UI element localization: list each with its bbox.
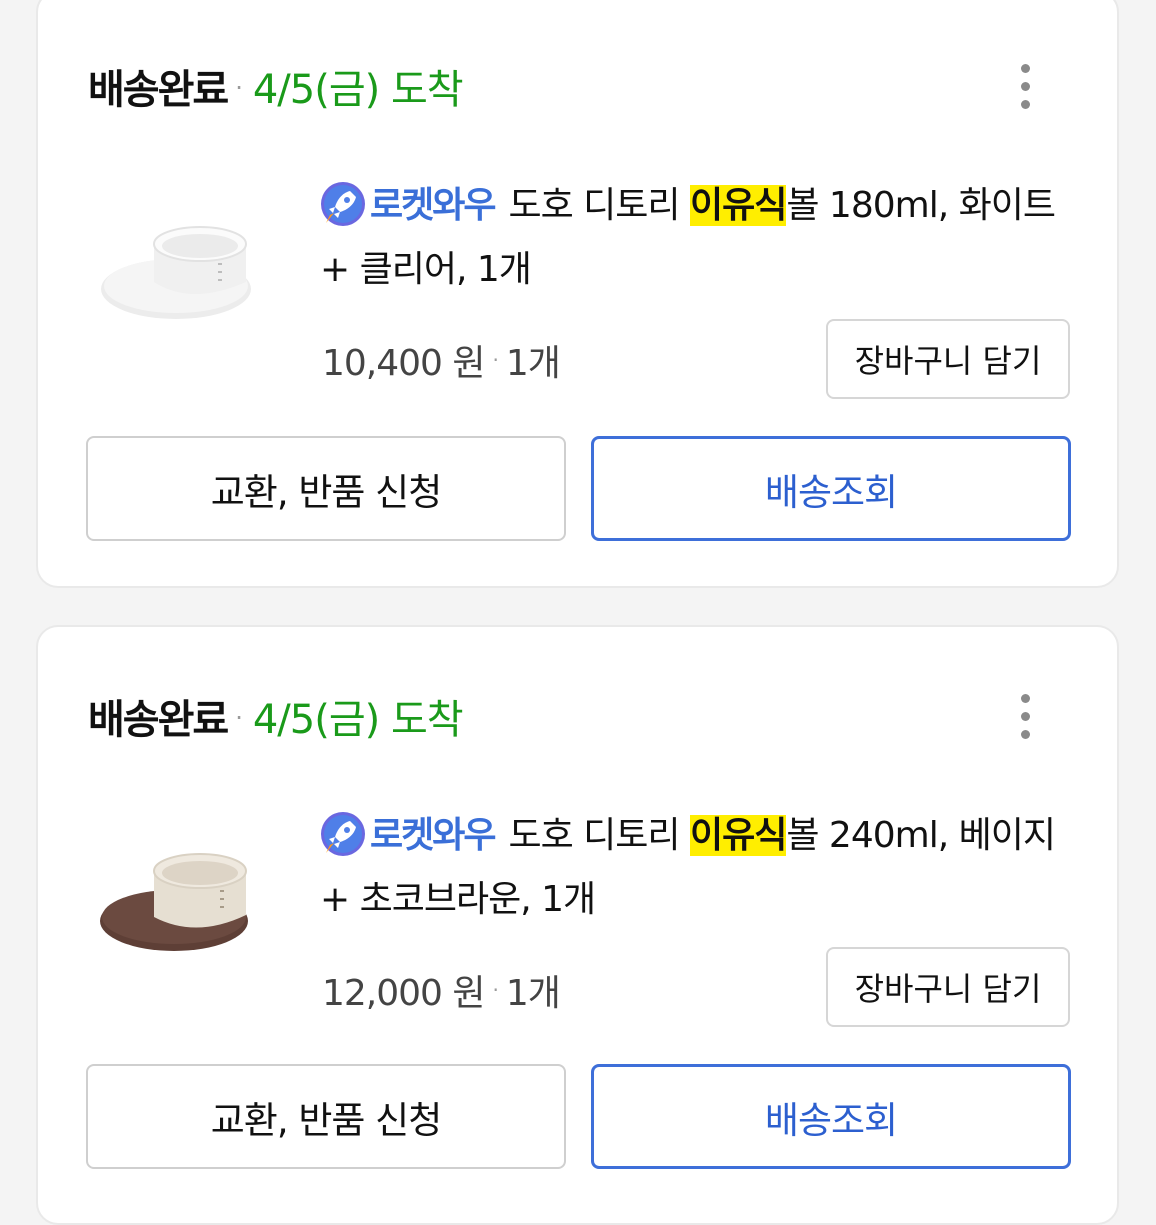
price: 12,000 원: [322, 973, 486, 1014]
price-row: 12,000 원 · 1개: [322, 964, 561, 1016]
add-to-cart-button[interactable]: 장바구니 담기: [826, 319, 1070, 399]
product-title[interactable]: 로켓와우 도호 디토리 이유식볼 240ml, 베이지 + 초코브라운, 1개: [320, 804, 1080, 932]
rocket-wow-badge: 로켓와우: [370, 185, 496, 226]
rocket-icon: [321, 182, 365, 226]
arrival-date: 4/5(금) 도착: [252, 67, 464, 113]
separator-dot: ·: [235, 704, 243, 732]
rocket-icon: [321, 812, 365, 856]
product-image[interactable]: [96, 184, 266, 354]
quantity: 1개: [505, 343, 561, 384]
search-highlight: 이유식: [689, 185, 787, 226]
order-card: 배송완료 · 4/5(금) 도착 로켓와우 도호 디토리 이유식볼 180ml, …: [36, 0, 1119, 588]
price: 10,400 원: [322, 343, 486, 384]
product-name-prefix: 도호 디토리: [508, 185, 690, 226]
quantity: 1개: [505, 973, 561, 1014]
exchange-return-button[interactable]: 교환, 반품 신청: [86, 436, 566, 541]
arrival-date: 4/5(금) 도착: [252, 697, 464, 743]
separator-dot: ·: [492, 348, 499, 372]
delivery-status-row: 배송완료 · 4/5(금) 도착: [88, 686, 464, 746]
track-delivery-button[interactable]: 배송조회: [591, 1064, 1071, 1169]
track-delivery-button[interactable]: 배송조회: [591, 436, 1071, 541]
product-name-prefix: 도호 디토리: [508, 815, 690, 856]
product-image[interactable]: [96, 813, 266, 983]
delivery-status-row: 배송완료 · 4/5(금) 도착: [88, 56, 464, 116]
delivery-status: 배송완료: [88, 67, 229, 113]
order-card: 배송완료 · 4/5(금) 도착 로켓와우 도호 디토리 이유식볼 240ml, …: [36, 625, 1119, 1225]
exchange-return-button[interactable]: 교환, 반품 신청: [86, 1064, 566, 1169]
more-options-icon[interactable]: [1005, 686, 1045, 746]
separator-dot: ·: [492, 978, 499, 1002]
add-to-cart-button[interactable]: 장바구니 담기: [826, 947, 1070, 1027]
more-options-icon[interactable]: [1005, 56, 1045, 116]
rocket-wow-badge: 로켓와우: [370, 815, 496, 856]
search-highlight: 이유식: [689, 815, 787, 856]
price-row: 10,400 원 · 1개: [322, 334, 561, 386]
separator-dot: ·: [235, 74, 243, 102]
product-title[interactable]: 로켓와우 도호 디토리 이유식볼 180ml, 화이트 + 클리어, 1개: [320, 174, 1080, 302]
delivery-status: 배송완료: [88, 697, 229, 743]
